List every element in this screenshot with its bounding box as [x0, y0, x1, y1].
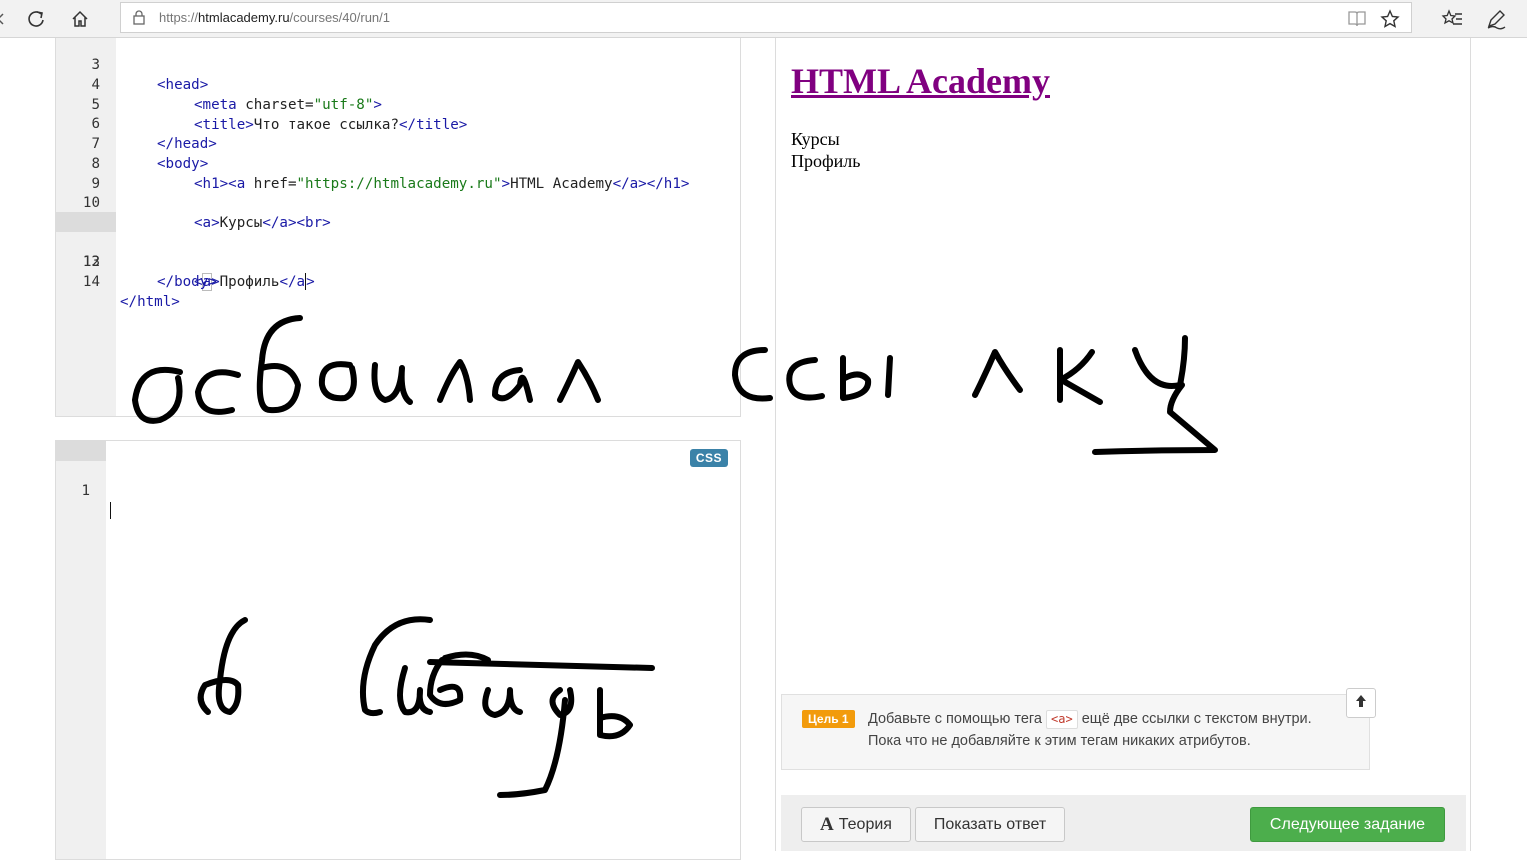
- text-cursor: [110, 501, 111, 519]
- browser-toolbar: https://htmlacademy.ru/courses/40/run/1: [0, 0, 1527, 38]
- reading-view-icon[interactable]: [1346, 8, 1368, 30]
- lock-icon: [133, 10, 145, 30]
- preview-link-profile[interactable]: Профиль: [791, 151, 861, 172]
- refresh-icon[interactable]: [21, 4, 51, 34]
- code-line: 3 <head>: [91, 57, 209, 93]
- theory-icon: A: [820, 813, 834, 835]
- code-line: 14 </html>: [82, 274, 180, 310]
- tag-chip: <a>: [1046, 710, 1078, 729]
- show-answer-button[interactable]: Показать ответ: [915, 807, 1065, 842]
- collapse-goal-button[interactable]: [1346, 688, 1376, 718]
- code-line-active: 1: [56, 441, 740, 519]
- code-line: 11: [56, 193, 740, 231]
- code-line: 13 </body>: [82, 254, 217, 290]
- back-icon[interactable]: [0, 4, 16, 34]
- css-badge: CSS: [689, 449, 728, 467]
- star-icon[interactable]: [1379, 8, 1401, 30]
- code-line: 10 <a>Курсы</a><br>: [82, 195, 331, 231]
- theory-button[interactable]: A Теория: [801, 807, 911, 842]
- url-text[interactable]: https://htmlacademy.ru/courses/40/run/1: [159, 10, 390, 25]
- preview-link-courses[interactable]: Курсы: [791, 129, 840, 150]
- preview-heading-link[interactable]: HTML Academy: [791, 60, 1050, 102]
- arrow-up-icon: [1355, 694, 1367, 713]
- code-line: 9: [91, 176, 100, 192]
- task-footer: A Теория Показать ответ Следующее задани…: [781, 795, 1466, 851]
- html-editor[interactable]: 3 <head> 4 <meta charset="utf-8"> 5 <tit…: [55, 38, 741, 417]
- goal-text: Добавьте с помощью тега <a> ещё две ссыл…: [868, 710, 1312, 749]
- address-bar[interactable]: https://htmlacademy.ru/courses/40/run/1: [120, 2, 1412, 33]
- code-line: 5 <title>Что такое ссылка?</title>: [91, 97, 468, 133]
- code-line-active: 12 <a>Профиль</a>: [56, 212, 740, 291]
- home-icon[interactable]: [65, 4, 95, 34]
- pen-icon[interactable]: [1481, 4, 1511, 34]
- next-task-button[interactable]: Следующее задание: [1250, 807, 1445, 842]
- favorites-icon[interactable]: [1437, 4, 1467, 34]
- goal-badge: Цель 1: [802, 710, 855, 728]
- goal-card: Цель 1 Добавьте с помощью тега <a> ещё д…: [781, 694, 1370, 770]
- code-line: 6 </head>: [91, 116, 217, 152]
- code-line: 7 <body>: [91, 136, 209, 172]
- code-line: 8 <h1><a href="https://htmlacademy.ru">H…: [91, 156, 690, 192]
- css-editor[interactable]: 1 CSS: [55, 440, 741, 860]
- code-line: 4 <meta charset="utf-8">: [91, 77, 382, 113]
